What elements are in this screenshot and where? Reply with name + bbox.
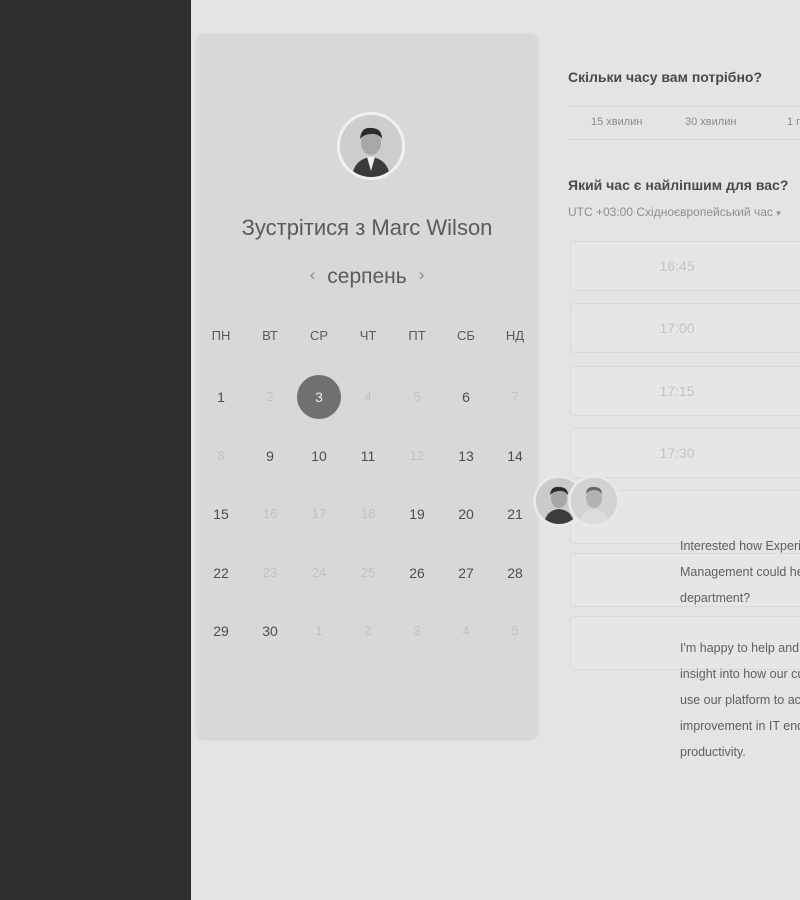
calendar-day[interactable]: 9 bbox=[248, 434, 292, 478]
calendar-day: 4 bbox=[364, 389, 372, 404]
calendar-day[interactable]: 21 bbox=[493, 492, 537, 536]
chat-line: Management could he bbox=[680, 564, 800, 579]
chat-line: insight into how our cu bbox=[680, 667, 800, 682]
time-slot-label: 17:15 bbox=[659, 383, 695, 399]
calendar-day: 24 bbox=[311, 565, 327, 580]
duration-question: Скільки часу вам потрібно? bbox=[568, 69, 763, 85]
calendar-day: 16 bbox=[262, 506, 278, 521]
calendar-day[interactable]: 29 bbox=[199, 609, 243, 653]
calendar-day: 25 bbox=[360, 565, 376, 580]
calendar-day: 5 bbox=[511, 623, 519, 638]
avatar bbox=[568, 475, 620, 527]
chat-message: Interested how Experie Management could … bbox=[680, 534, 800, 790]
person-icon bbox=[571, 478, 617, 524]
calendar-day: 3 bbox=[413, 623, 421, 638]
calendar-day: 1 bbox=[315, 623, 323, 638]
time-slot[interactable]: 17:30 bbox=[570, 428, 800, 478]
chat-line: I'm happy to help and bbox=[680, 641, 800, 656]
calendar-day[interactable]: 27 bbox=[444, 551, 488, 595]
booking-card: Зустрітися з Marc Wilson ‹ серпень › ПН ВТ… bbox=[197, 34, 537, 738]
calendar-day: 2 bbox=[266, 389, 274, 404]
chat-paragraph: I'm happy to help and insight into how o… bbox=[680, 636, 800, 765]
calendar-day: 8 bbox=[217, 448, 225, 463]
chat-line: department? bbox=[680, 590, 751, 605]
calendar-day[interactable]: 15 bbox=[199, 492, 243, 536]
calendar-day[interactable]: 1 bbox=[199, 375, 243, 419]
duration-options: 15 хвилин 30 хвилин 1 г bbox=[568, 106, 800, 140]
calendar-day: 7 bbox=[511, 389, 519, 404]
dark-sidebar bbox=[0, 0, 191, 900]
calendar-day: 2 bbox=[364, 623, 372, 638]
chat-line: productivity. bbox=[680, 744, 746, 759]
time-slot-label: 16:45 bbox=[659, 258, 695, 274]
timezone-selector[interactable]: UTC +03:00 Східноєвропейський час ▾ bbox=[568, 205, 781, 219]
chat-line: improvement in IT end bbox=[680, 718, 800, 733]
calendar-day[interactable]: 13 bbox=[444, 434, 488, 478]
chat-paragraph: Interested how Experie Management could … bbox=[680, 534, 800, 611]
calendar-day[interactable]: 11 bbox=[346, 434, 390, 478]
calendar-day[interactable]: 28 bbox=[493, 551, 537, 595]
calendar-day[interactable]: 19 bbox=[395, 492, 439, 536]
duration-option[interactable]: 30 хвилин bbox=[685, 116, 736, 128]
chat-line: use our platform to ach bbox=[680, 692, 800, 707]
chevron-down-icon: ▾ bbox=[776, 208, 781, 218]
time-slot[interactable]: 17:00 bbox=[570, 303, 800, 353]
calendar-days: 1 2 3 4 5 6 7 8 9 10 11 12 13 14 15 16 17 18 19 20 21 22 23 24 2… bbox=[197, 34, 537, 738]
calendar-day[interactable]: 3 bbox=[297, 375, 341, 419]
calendar-day[interactable]: 10 bbox=[297, 434, 341, 478]
calendar-day: 23 bbox=[262, 565, 278, 580]
calendar-day[interactable]: 30 bbox=[248, 609, 292, 653]
calendar-day: 18 bbox=[360, 506, 376, 521]
calendar-day[interactable]: 14 bbox=[493, 434, 537, 478]
chat-line: Interested how Experie bbox=[680, 539, 800, 553]
time-slot-label: 17:30 bbox=[659, 445, 695, 461]
timezone-label: UTC +03:00 Східноєвропейський час bbox=[568, 205, 773, 219]
calendar-day[interactable]: 6 bbox=[444, 375, 488, 419]
calendar-day: 17 bbox=[311, 506, 327, 521]
time-question: Який час є найліпшим для вас? bbox=[568, 177, 789, 193]
chat-avatars bbox=[533, 475, 622, 529]
time-slot[interactable]: 17:15 bbox=[570, 366, 800, 416]
calendar-day: 12 bbox=[409, 448, 425, 463]
calendar-day[interactable]: 22 bbox=[199, 551, 243, 595]
calendar-day[interactable]: 20 bbox=[444, 492, 488, 536]
duration-option[interactable]: 15 хвилин bbox=[591, 116, 642, 128]
calendar-day: 5 bbox=[413, 389, 421, 404]
calendar-day: 4 bbox=[462, 623, 470, 638]
time-slot-label: 17:00 bbox=[659, 320, 695, 336]
duration-option[interactable]: 1 г bbox=[787, 116, 800, 128]
time-slot[interactable]: 16:45 bbox=[570, 241, 800, 291]
calendar-day[interactable]: 26 bbox=[395, 551, 439, 595]
